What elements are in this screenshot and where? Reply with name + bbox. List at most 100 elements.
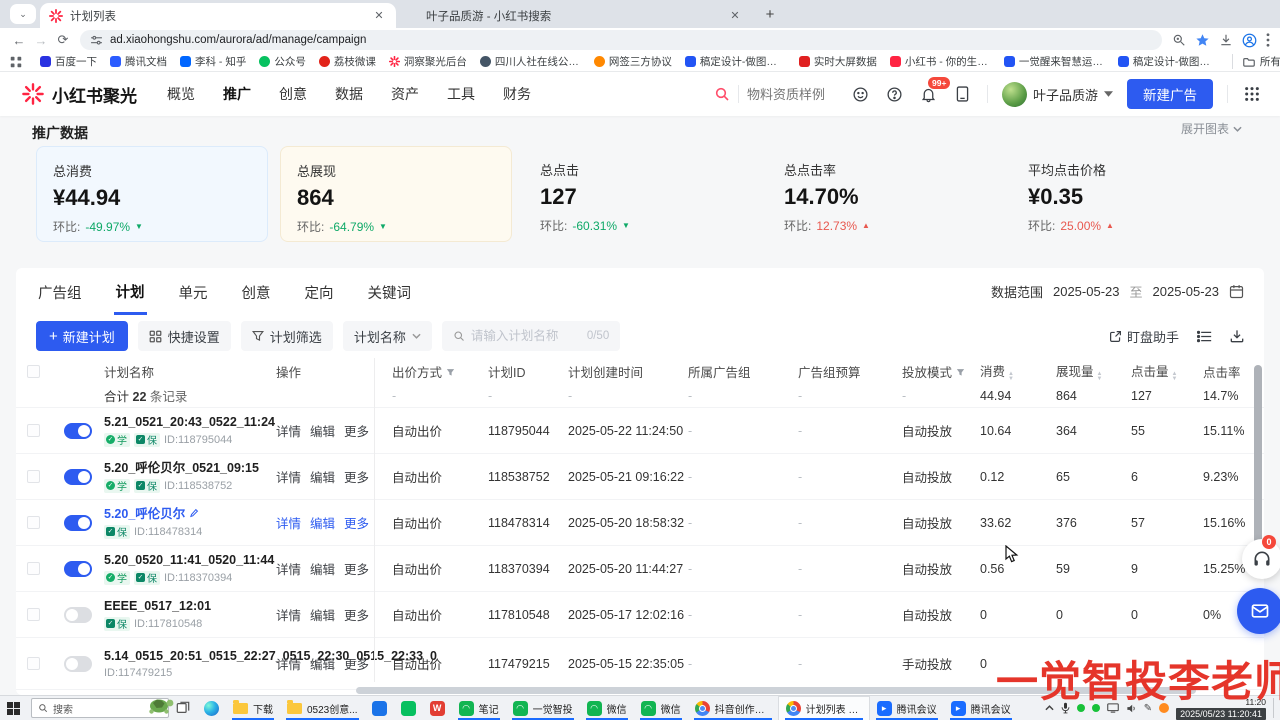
stat-card-ctr[interactable]: 总点击率 14.70% 环比:12.73%▲ [768,146,1000,242]
taskbar-downloads-folder[interactable]: 下载 [226,696,280,720]
plan-name[interactable]: 5.20_呼伦贝尔 [104,507,276,522]
date-to[interactable]: 2025-05-23 [1153,284,1220,299]
taskbar-edge[interactable] [197,696,226,720]
taskbar-chrome-plans[interactable]: 计划列表 - ... [778,696,870,720]
edit-link[interactable]: 编辑 [310,421,335,440]
close-icon[interactable]: ✕ [727,8,743,24]
taskbar-creative-folder[interactable]: 0523创意... [280,696,365,720]
tab-unit[interactable]: 单元 [177,269,210,313]
sort-icon[interactable]: ▲▼ [1008,372,1014,381]
select-all-checkbox[interactable] [27,365,40,378]
header-search-input[interactable] [747,87,837,102]
plan-name[interactable]: 5.20_呼伦贝尔_0521_09:15 [104,461,276,476]
detail-link[interactable]: 详情 [276,421,301,440]
status-toggle[interactable] [64,561,92,577]
nav-data[interactable]: 数据 [335,84,363,104]
close-icon[interactable]: ✕ [371,8,387,24]
status-toggle[interactable] [64,515,92,531]
nav-promotion[interactable]: 推广 [223,84,251,104]
browser-tab-inactive[interactable]: 叶子品质游 - 小红书搜索 ✕ [396,3,752,28]
notification-bell-icon[interactable]: 99+ [919,84,939,104]
more-link[interactable]: 更多 [344,605,369,624]
tab-adgroup[interactable]: 广告组 [36,269,84,313]
taskbar-blue-app[interactable] [365,696,394,720]
bookmark-item[interactable]: 四川人社在线公共... [480,54,581,69]
date-from[interactable]: 2025-05-23 [1053,284,1120,299]
edit-link[interactable]: 编辑 [310,467,335,486]
customer-service-button[interactable]: 0 [1242,539,1280,579]
bookmark-item[interactable]: 腾讯文档 [110,54,167,69]
row-checkbox[interactable] [27,516,40,529]
tab-targeting[interactable]: 定向 [303,269,336,313]
status-toggle[interactable] [64,423,92,439]
more-link[interactable]: 更多 [344,654,369,673]
col-click[interactable]: 点击量▲▼ [1131,361,1203,381]
more-link[interactable]: 更多 [344,513,369,532]
taskbar-wechat-2[interactable]: ◠微信 [634,696,688,720]
plan-filter-button[interactable]: 计划筛选 [241,321,333,351]
col-id[interactable]: 计划ID [488,362,568,381]
help-icon[interactable] [885,84,905,104]
nav-creative[interactable]: 创意 [279,84,307,104]
download-icon[interactable] [1219,33,1233,47]
edit-link[interactable]: 编辑 [310,654,335,673]
new-ad-button[interactable]: 新建广告 [1127,79,1213,109]
profile-icon[interactable] [1242,33,1257,48]
scrollbar-thumb[interactable] [1254,365,1262,550]
status-toggle[interactable] [64,469,92,485]
bookmark-item[interactable]: 稿定设计-做图做视... [1118,54,1219,69]
taskbar-wechat-1[interactable]: ◠微信 [580,696,634,720]
col-budget[interactable]: 广告组预算 [798,362,902,381]
row-checkbox[interactable] [27,562,40,575]
detail-link[interactable]: 详情 [276,513,301,532]
monitor-helper-link[interactable]: 盯盘助手 [1109,327,1179,346]
col-ctr[interactable]: 点击率 [1203,362,1251,381]
all-bookmarks[interactable]: 所有书签 [1232,54,1280,69]
taskbar-wps[interactable]: W [423,696,452,720]
edit-link[interactable]: 编辑 [310,513,335,532]
row-checkbox[interactable] [27,657,40,670]
detail-link[interactable]: 详情 [276,559,301,578]
menu-dots-icon[interactable] [1266,33,1270,47]
column-settings-icon[interactable] [1197,330,1212,343]
col-cost[interactable]: 消费▲▼ [980,361,1056,381]
row-checkbox[interactable] [27,424,40,437]
tab-keywords[interactable]: 关键词 [366,269,414,313]
apps-grid-icon[interactable] [1242,84,1262,104]
nav-tools[interactable]: 工具 [447,84,475,104]
col-created[interactable]: 计划创建时间 [568,362,688,381]
bookmark-item[interactable]: 李科 - 知乎 [180,54,246,69]
zoom-icon[interactable] [1172,33,1186,47]
detail-link[interactable]: 详情 [276,467,301,486]
calendar-icon[interactable] [1229,284,1244,299]
stat-card-impressions[interactable]: 总展现 864 环比:-64.79%▼ [280,146,512,242]
edit-link[interactable]: 编辑 [310,605,335,624]
nav-assets[interactable]: 资产 [391,84,419,104]
start-button[interactable] [0,696,27,720]
status-toggle[interactable] [64,656,92,672]
address-bar[interactable]: ad.xiaohongshu.com/aurora/ad/manage/camp… [80,30,1162,50]
bookmark-item[interactable]: 百度一下 [40,54,97,69]
search-field-select[interactable]: 计划名称 [343,321,432,351]
detail-link[interactable]: 详情 [276,605,301,624]
device-icon[interactable] [953,84,973,104]
account-menu[interactable]: 叶子品质游 [1002,82,1113,107]
plan-name[interactable]: 5.21_0521_20:43_0522_11:24 [104,415,276,430]
plan-name[interactable]: EEEE_0517_12:01 [104,599,276,614]
taskbar-wechat-yijue[interactable]: ◠一觉智投 [506,696,580,720]
col-name[interactable]: 计划名称 [96,362,276,381]
feedback-mail-button[interactable] [1237,588,1280,634]
col-imp[interactable]: 展现量▲▼ [1056,361,1131,381]
row-checkbox[interactable] [27,608,40,621]
bookmark-item[interactable]: 公众号 [259,54,306,69]
status-toggle[interactable] [64,607,92,623]
taskbar-wechat-note[interactable]: ◠笔记 [452,696,506,720]
stat-card-cpc[interactable]: 平均点击价格 ¥0.35 环比:25.00%▲ [1012,146,1244,242]
bookmark-item[interactable]: 洞察聚光后台 [389,54,467,69]
col-mode[interactable]: 投放模式 [902,362,980,381]
more-link[interactable]: 更多 [344,467,369,486]
quick-settings-button[interactable]: 快捷设置 [138,321,231,351]
new-plan-button[interactable]: +新建计划 [36,321,128,351]
taskbar-chrome-douyin[interactable]: 抖音创作者... [688,696,778,720]
edit-pencil-icon[interactable] [189,508,199,518]
